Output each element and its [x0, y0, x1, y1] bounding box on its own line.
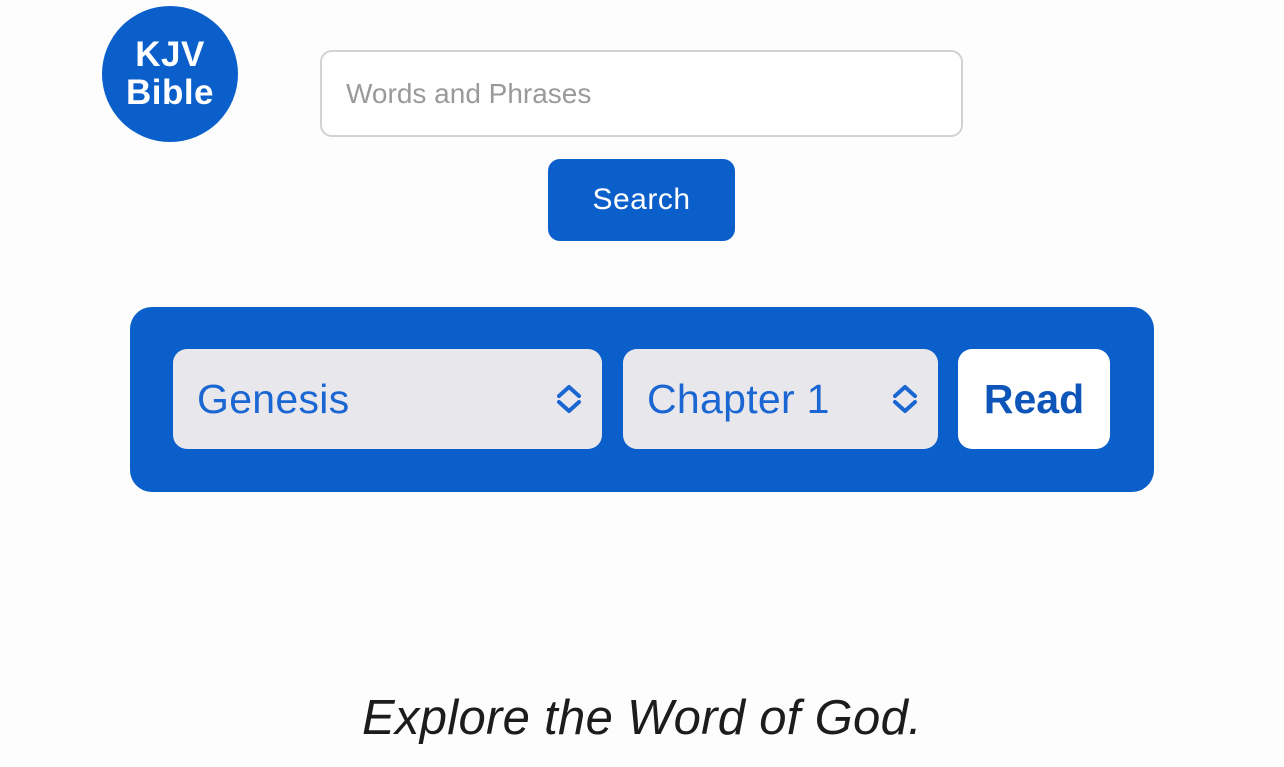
chevron-up-down-icon	[554, 382, 584, 416]
kjv-bible-logo[interactable]: KJV Bible	[102, 6, 238, 142]
chapter-select[interactable]: Chapter 1	[623, 349, 938, 449]
search-input[interactable]	[320, 50, 963, 137]
tagline: Explore the Word of God.	[361, 691, 923, 745]
book-chapter-navigator: Genesis Chapter 1 Read	[130, 307, 1154, 492]
book-select[interactable]: Genesis	[173, 349, 602, 449]
page: KJV Bible Search Genesis Chapter 1	[0, 0, 1284, 767]
chapter-select-value: Chapter 1	[647, 375, 830, 422]
search-button[interactable]: Search	[548, 159, 735, 241]
logo-line-2: Bible	[125, 73, 215, 112]
book-select-value: Genesis	[197, 375, 350, 422]
read-button[interactable]: Read	[958, 349, 1110, 449]
logo-line-1: KJV	[135, 35, 205, 74]
chevron-up-down-icon	[890, 382, 920, 416]
